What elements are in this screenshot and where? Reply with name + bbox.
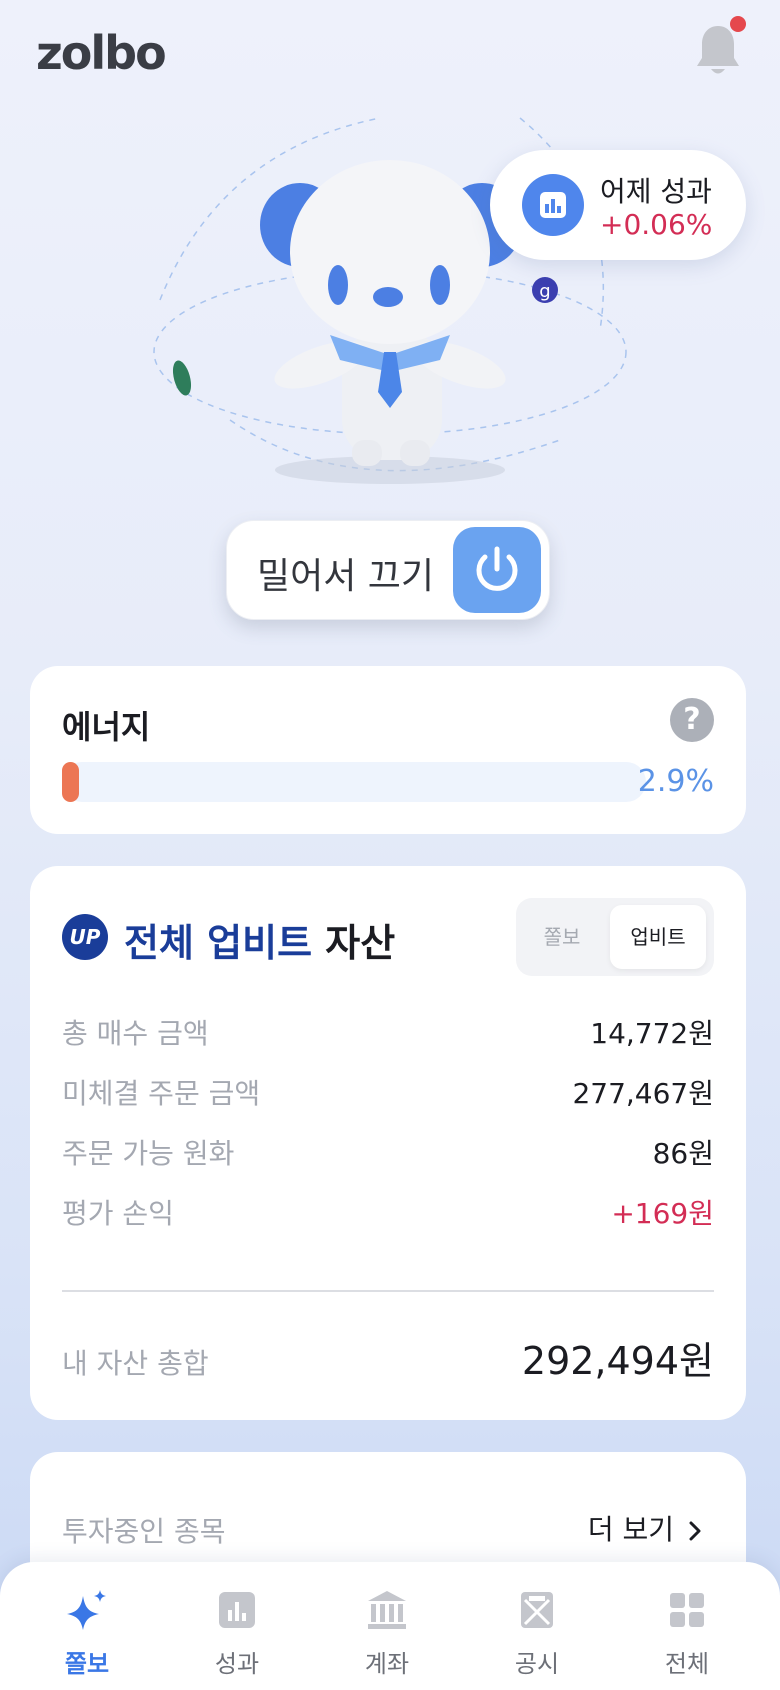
tab-label: 계좌 [364, 1650, 410, 1678]
asset-row-value: 277,467원 [572, 1077, 714, 1110]
energy-progress-fill [62, 762, 79, 802]
asset-row-value: +169원 [611, 1197, 714, 1230]
tab-label: 전체 [664, 1650, 710, 1678]
svg-text:g: g [539, 281, 550, 302]
document-icon [521, 1592, 553, 1628]
app-logo: zolbo [36, 26, 167, 80]
asset-row: 총 매수 금액 14,772원 [62, 1012, 714, 1052]
tab-account[interactable]: 계좌 [312, 1588, 462, 1688]
energy-card: 에너지 ? 2.9% [30, 666, 746, 834]
swipe-label: 밀어서 끄기 [257, 556, 435, 597]
tab-label: 성과 [214, 1650, 260, 1678]
bar-chart-icon [219, 1592, 255, 1628]
total-assets-value: 292,494원 [521, 1339, 714, 1383]
segment-zolbo[interactable]: 쫄보 [516, 898, 608, 976]
upbit-logo: UP [62, 914, 108, 960]
chevron-right-icon [689, 1521, 701, 1541]
tab-all[interactable]: 전체 [612, 1588, 762, 1688]
asset-row-value: 14,772원 [590, 1017, 714, 1050]
total-assets-label: 내 자산 총합 [62, 1347, 209, 1380]
tab-performance[interactable]: 성과 [162, 1588, 312, 1688]
energy-progress-bar [62, 762, 646, 802]
see-more-link[interactable]: 더 보기 [588, 1508, 702, 1548]
help-icon[interactable]: ? [670, 698, 714, 742]
bottom-tab-bar: 쫄보 성과 계좌 공시 전체 [0, 1562, 780, 1690]
energy-title: 에너지 [62, 708, 151, 746]
segment-upbit[interactable]: 업비트 [610, 905, 706, 969]
upbit-assets-card: UP 전체 업비트 자산 쫄보 업비트 총 매수 금액 14,772원 미체결 … [30, 866, 746, 1420]
bank-icon [368, 1591, 406, 1629]
divider [62, 1290, 714, 1292]
assets-title: 전체 업비트 자산 [124, 912, 395, 967]
account-segment-control: 쫄보 업비트 [516, 898, 714, 976]
assets-title-brand: 전체 업비트 [124, 921, 313, 965]
grid-icon [670, 1593, 704, 1627]
tab-zolbo[interactable]: 쫄보 [12, 1588, 162, 1688]
sparkle-icon [67, 1590, 106, 1630]
asset-row: 미체결 주문 금액 277,467원 [62, 1072, 714, 1112]
tab-disclosure[interactable]: 공시 [462, 1588, 612, 1688]
notification-badge [730, 16, 746, 32]
energy-percent: 2.9% [637, 764, 714, 799]
bar-chart-icon [540, 192, 566, 218]
asset-row-label: 주문 가능 원화 [62, 1137, 235, 1170]
see-more-label: 더 보기 [587, 1513, 674, 1546]
swipe-knob[interactable] [453, 527, 541, 613]
tab-label: 공시 [514, 1650, 560, 1678]
chart-badge [522, 174, 584, 236]
asset-row-label: 미체결 주문 금액 [62, 1077, 261, 1110]
yesterday-performance-label: 어제 성과 [600, 175, 712, 208]
asset-row: 평가 손익 +169원 [62, 1192, 714, 1232]
asset-row: 주문 가능 원화 86원 [62, 1132, 714, 1172]
asset-row-label: 평가 손익 [62, 1197, 174, 1230]
yesterday-performance-card[interactable]: 어제 성과 +0.06% [490, 150, 746, 260]
power-icon [476, 546, 518, 591]
yesterday-performance-value: +0.06% [600, 208, 713, 241]
tab-label: 쫄보 [64, 1650, 110, 1678]
asset-row-label: 총 매수 금액 [62, 1017, 209, 1050]
investing-items-label: 투자중인 종목 [62, 1515, 226, 1548]
asset-row-value: 86원 [652, 1137, 714, 1170]
assets-title-rest: 자산 [325, 921, 396, 965]
header: zolbo [0, 0, 780, 110]
swipe-to-turn-off[interactable]: 밀어서 끄기 [226, 520, 550, 620]
